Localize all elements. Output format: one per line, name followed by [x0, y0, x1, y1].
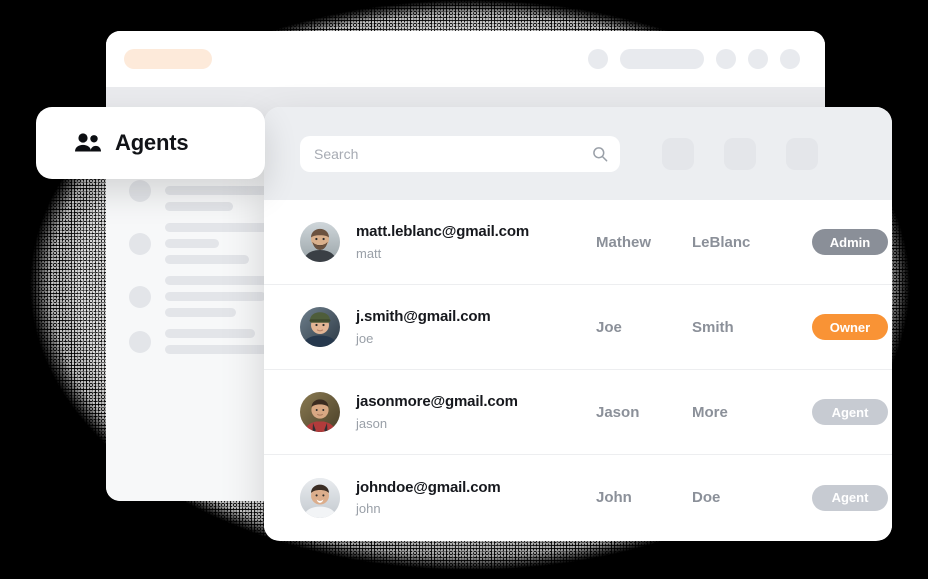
table-row[interactable]: j.smith@gmail.com joe Joe Smith Owner	[264, 285, 892, 370]
avatar	[300, 307, 340, 347]
role-badge-wrap: Agent	[812, 484, 888, 511]
search-input[interactable]	[314, 145, 606, 162]
skeleton-bar	[165, 202, 233, 211]
skeleton-bar	[165, 292, 266, 301]
skeleton-bar	[165, 329, 255, 338]
avatar	[300, 477, 340, 518]
agent-first-name: Joe	[596, 318, 622, 336]
table-row[interactable]: matt.leblanc@gmail.com matt Mathew LeBla…	[264, 200, 892, 285]
status-badge[interactable]: Admin	[812, 229, 888, 255]
skeleton-avatar	[129, 179, 151, 202]
agent-first-name: John	[596, 489, 632, 506]
status-badge[interactable]: Agent	[812, 399, 888, 425]
agent-last-name: Doe	[692, 489, 721, 506]
agent-identity: matt.leblanc@gmail.com matt	[356, 223, 596, 261]
agent-email: matt.leblanc@gmail.com	[356, 223, 530, 241]
agent-email: johndoe@gmail.com	[356, 478, 501, 496]
search-box[interactable]	[300, 135, 620, 172]
skeleton-bar	[165, 186, 274, 195]
status-badge[interactable]: Owner	[812, 314, 888, 340]
topbar-dot-1[interactable]	[588, 49, 608, 69]
topbar-dot-4[interactable]	[780, 49, 800, 69]
toolbar-action-1[interactable]	[662, 137, 694, 170]
toolbar-actions	[662, 137, 818, 170]
agent-identity: j.smith@gmail.com joe	[356, 308, 596, 346]
agent-email: j.smith@gmail.com	[356, 308, 491, 326]
agent-first-name: Mathew	[596, 233, 652, 251]
agent-identity: jasonmore@gmail.com jason	[356, 393, 596, 431]
panel-toolbar	[264, 107, 892, 200]
agent-first-name: Jason	[596, 403, 640, 421]
role-badge-wrap: Owner	[812, 314, 888, 340]
avatar	[300, 222, 340, 262]
url-pill-placeholder[interactable]	[124, 49, 212, 69]
people-icon	[74, 132, 102, 154]
window-topbar	[106, 31, 825, 87]
agents-card-title: Agents	[115, 130, 189, 155]
skeleton-avatar	[129, 285, 151, 308]
agents-table: matt.leblanc@gmail.com matt Mathew LeBla…	[264, 200, 892, 540]
avatar	[300, 392, 340, 432]
status-badge[interactable]: Agent	[812, 484, 888, 511]
role-badge-wrap: Agent	[812, 399, 888, 425]
skeleton-bar	[165, 345, 277, 354]
agent-handle: matt	[356, 245, 382, 261]
window-topbar-actions	[588, 49, 800, 69]
search-icon[interactable]	[592, 146, 608, 162]
agent-handle: joe	[356, 330, 374, 346]
page-root: Agents Search matt.leblanc@gmail.com mat…	[0, 0, 928, 579]
topbar-bar-placeholder[interactable]	[620, 49, 704, 69]
skeleton-avatar	[129, 330, 151, 353]
agent-last-name: More	[692, 403, 728, 421]
agent-handle: john	[356, 501, 381, 517]
skeleton-bar	[165, 255, 250, 264]
skeleton-bar	[165, 308, 236, 317]
toolbar-action-3[interactable]	[786, 137, 818, 170]
table-row[interactable]: jasonmore@gmail.com jason Jason More Age…	[264, 370, 892, 455]
agent-last-name: Smith	[692, 318, 734, 336]
topbar-dot-2[interactable]	[716, 49, 736, 69]
agents-data-panel: matt.leblanc@gmail.com matt Mathew LeBla…	[264, 107, 892, 541]
role-badge-wrap: Admin	[812, 229, 888, 255]
agent-last-name: LeBlanc	[692, 233, 751, 251]
skeleton-bar	[165, 239, 220, 248]
topbar-dot-3[interactable]	[748, 49, 768, 69]
agent-email: jasonmore@gmail.com	[356, 393, 518, 411]
agent-handle: jason	[356, 415, 388, 431]
table-row[interactable]: johndoe@gmail.com john John Doe Agent	[264, 455, 892, 540]
toolbar-action-2[interactable]	[724, 137, 756, 170]
agents-card[interactable]: Agents	[36, 107, 265, 179]
agent-identity: johndoe@gmail.com john	[356, 479, 596, 517]
skeleton-avatar	[129, 232, 151, 255]
